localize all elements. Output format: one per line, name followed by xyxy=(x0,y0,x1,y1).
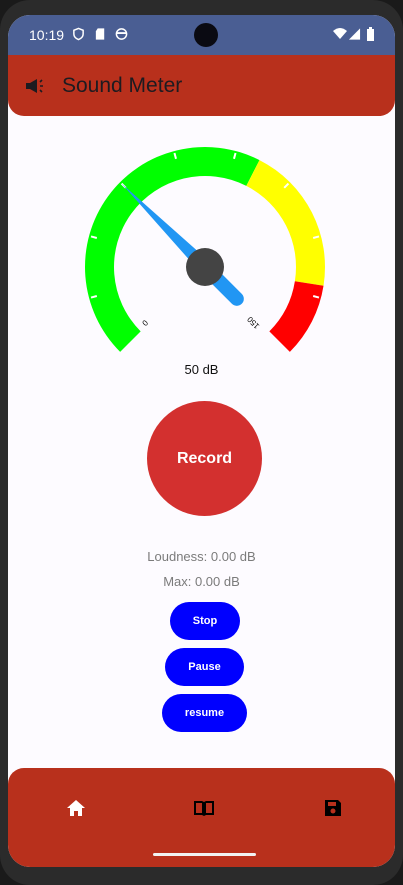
stop-button[interactable]: Stop xyxy=(170,602,240,640)
gauge-value-label: 50 dB xyxy=(184,362,219,377)
save-icon[interactable] xyxy=(321,796,345,820)
face-icon xyxy=(115,28,128,40)
app-title: Sound Meter xyxy=(62,74,183,97)
battery-icon xyxy=(367,27,374,41)
gesture-handle[interactable] xyxy=(153,853,256,856)
gauge-hub xyxy=(186,248,224,286)
status-time: 10:19 xyxy=(29,27,65,43)
book-icon[interactable] xyxy=(192,796,216,820)
megaphone-icon xyxy=(26,79,43,93)
sound-gauge: 0 150 xyxy=(84,146,326,352)
gauge-range-arc xyxy=(84,146,260,352)
loudness-text: Loudness: 0.00 dB xyxy=(147,549,256,564)
gauge-range-arc xyxy=(246,160,326,286)
gauge-range-arc xyxy=(269,281,324,352)
app-bar: Sound Meter xyxy=(8,55,395,116)
signal-icon xyxy=(348,28,361,40)
record-button[interactable]: Record xyxy=(147,401,262,516)
wifi-icon xyxy=(333,28,347,39)
max-text: Max: 0.00 dB xyxy=(163,574,240,589)
resume-button[interactable]: resume xyxy=(162,694,247,732)
pause-button[interactable]: Pause xyxy=(165,648,244,686)
gauge-needle xyxy=(121,183,244,306)
shield-icon xyxy=(73,27,84,41)
phone-frame: 10:19 Sound Meter 0 150 50 dB Record Lou… xyxy=(0,0,403,885)
bottom-nav xyxy=(8,768,395,867)
gauge-max-label: 150 xyxy=(245,314,261,330)
screen: 10:19 Sound Meter 0 150 50 dB Record Lou… xyxy=(8,15,395,867)
home-icon[interactable] xyxy=(64,796,88,820)
gauge-min-label: 0 xyxy=(141,318,151,328)
status-bar: 10:19 xyxy=(8,15,395,55)
sd-card-icon xyxy=(95,28,105,40)
camera-cutout xyxy=(194,23,218,47)
